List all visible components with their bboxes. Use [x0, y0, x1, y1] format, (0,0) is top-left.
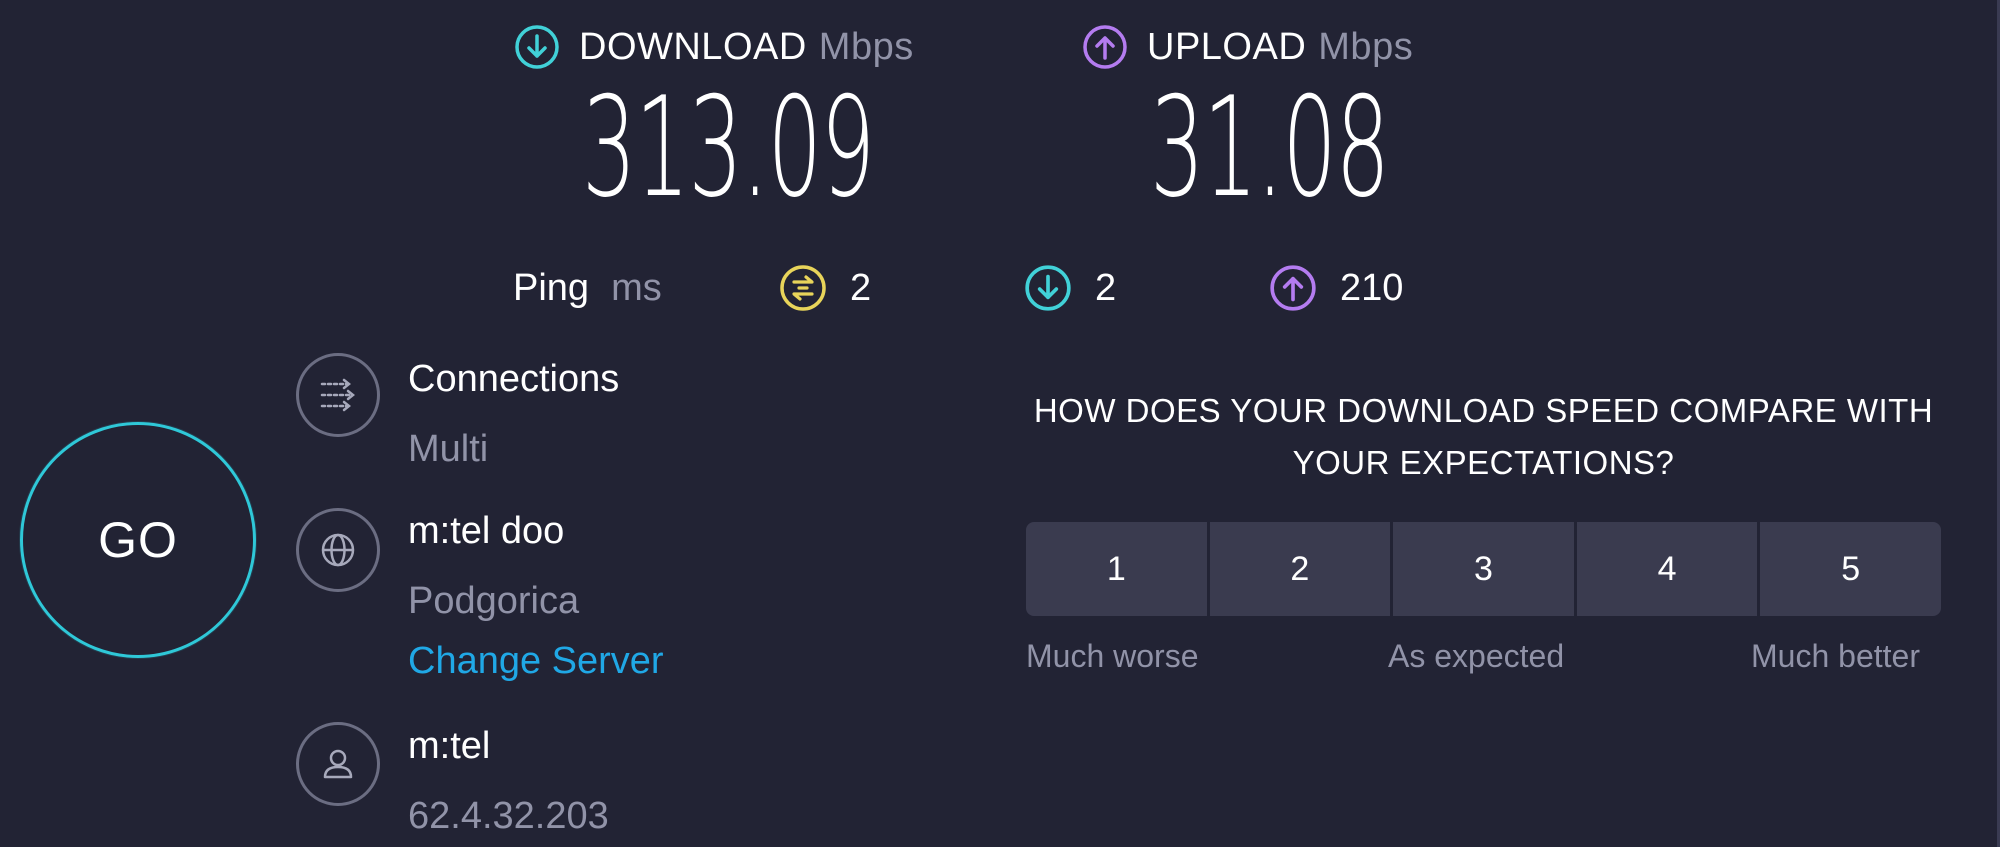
upload-unit: Mbps [1318, 25, 1414, 68]
rating-option-1[interactable]: 1 [1026, 522, 1207, 616]
rating-option-5[interactable]: 5 [1760, 522, 1941, 616]
ping-label: Ping [513, 266, 590, 309]
upload-arrow-icon [1268, 263, 1318, 313]
ping-jitter-icon [778, 263, 828, 313]
ping-upload: 210 [1268, 258, 1403, 318]
rating-option-3[interactable]: 3 [1393, 522, 1574, 616]
download-arrow-icon [513, 23, 561, 71]
scale-mid-label: As expected [1388, 638, 1565, 674]
ping-idle: 2 [778, 258, 871, 318]
ping-unit: ms [611, 266, 662, 309]
upload-arrow-icon [1081, 23, 1129, 71]
download-label: DOWNLOAD [579, 25, 807, 68]
ping-download: 2 [1023, 258, 1116, 318]
ping-idle-value: 2 [850, 266, 872, 309]
download-arrow-icon [1023, 263, 1073, 313]
ping-upload-value: 210 [1340, 266, 1404, 309]
server-location: Podgorica [408, 580, 580, 622]
go-button[interactable]: GO [20, 422, 256, 658]
globe-icon [296, 508, 380, 592]
scale-low-label: Much worse [1026, 638, 1199, 674]
download-header: DOWNLOAD Mbps [513, 22, 914, 72]
provider-name: m:tel [408, 725, 491, 767]
ping-download-value: 2 [1095, 266, 1117, 309]
provider-ip: 62.4.32.203 [408, 795, 609, 837]
rating-option-4[interactable]: 4 [1576, 522, 1758, 616]
rating-option-2[interactable]: 2 [1209, 522, 1391, 616]
download-speed-value: 313.09 [582, 67, 875, 228]
download-unit: Mbps [818, 25, 914, 68]
scale-high-label: Much better [1751, 638, 1920, 674]
upload-label: UPLOAD [1147, 25, 1307, 68]
user-icon [296, 722, 380, 806]
ping-row: Ping ms 2 2 210 [513, 258, 2000, 318]
connections-icon[interactable] [296, 353, 380, 437]
change-server-link[interactable]: Change Server [408, 640, 664, 683]
connections-value: Multi [408, 428, 489, 470]
connections-title: Connections [408, 358, 620, 400]
survey-question: HOW DOES YOUR DOWNLOAD SPEED COMPARE WIT… [1033, 392, 1934, 481]
upload-header: UPLOAD Mbps [1081, 22, 1413, 72]
server-name: m:tel doo [408, 510, 565, 552]
rating-scale: 1 2 3 4 5 [1026, 522, 1941, 616]
upload-speed-value: 31.08 [1150, 67, 1390, 228]
ping-label-group: Ping ms [513, 258, 662, 318]
